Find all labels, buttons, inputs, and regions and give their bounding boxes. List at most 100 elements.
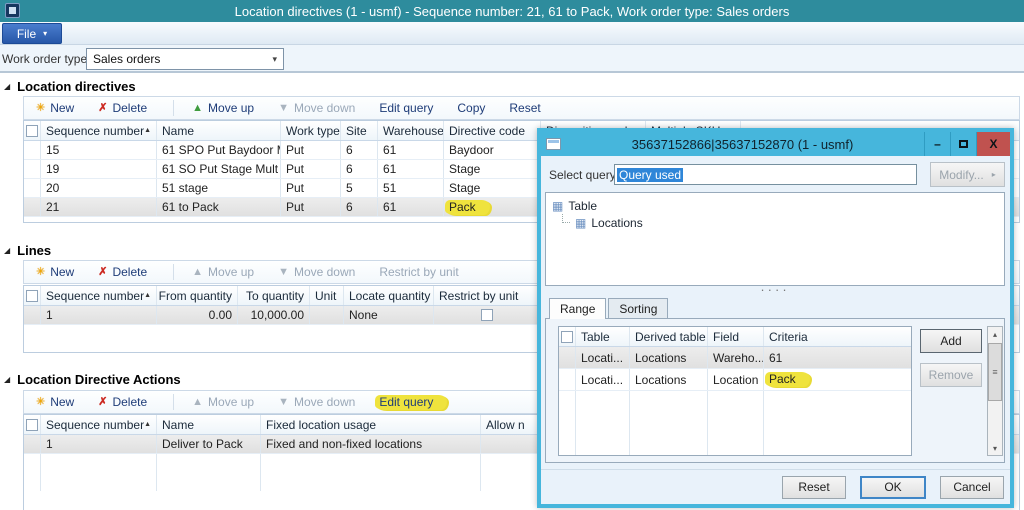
app-icon [5, 3, 20, 18]
modify-button[interactable]: Modify... ▸ [930, 162, 1005, 187]
new-button[interactable]: ✳ New [36, 265, 74, 279]
tab-range[interactable]: Range [549, 298, 607, 319]
sort-asc-icon: ▲ [144, 421, 152, 428]
column-header[interactable]: Work type [281, 121, 341, 140]
move-up-button[interactable]: ▲ Move up [192, 395, 254, 409]
work-order-type-label: Work order type: [2, 52, 91, 66]
column-header[interactable]: Fixed location usage [261, 415, 481, 434]
scroll-down-icon[interactable]: ▾ [988, 441, 1002, 455]
arrow-down-icon: ▼ [278, 395, 289, 408]
table-row-selected[interactable]: Locati... Locations Wareho... 61 [559, 347, 911, 369]
close-button[interactable]: X [976, 132, 1010, 156]
delete-icon: ✗ [98, 101, 108, 114]
arrow-up-icon: ▲ [192, 395, 204, 408]
scroll-up-icon[interactable]: ▴ [988, 327, 1002, 341]
tree-node-table[interactable]: ▦ Table [552, 197, 1004, 214]
reset-label: Reset [509, 101, 541, 115]
scrollbar-thumb[interactable]: ≡ [988, 343, 1002, 401]
column-header[interactable]: Criteria [764, 327, 911, 346]
yellow-highlight: Pack [445, 199, 490, 215]
filter-row: Work order type: Sales orders ▾ [0, 45, 1024, 73]
highlighted-cell: Pack [764, 369, 911, 390]
maximize-icon [959, 140, 968, 148]
select-query-label: Select query: [549, 168, 620, 182]
section-header-actions[interactable]: ◢ Location Directive Actions [4, 372, 181, 387]
chevron-down-icon: ▾ [272, 53, 277, 64]
column-header[interactable]: Name [157, 415, 261, 434]
column-header[interactable]: From quantity [157, 286, 238, 305]
column-header[interactable]: To quantity [238, 286, 310, 305]
column-header[interactable]: Locate quantity [344, 286, 434, 305]
column-header[interactable]: Unit [310, 286, 344, 305]
highlighted-cell: Pack [444, 198, 541, 216]
cancel-button[interactable]: Cancel [940, 475, 1004, 499]
select-all-checkbox[interactable] [26, 124, 38, 137]
delete-button[interactable]: ✗ Delete [98, 101, 147, 115]
table-row[interactable]: Locati... Locations Location Pack [559, 369, 911, 391]
dialog-titlebar[interactable]: 35637152866|35637152870 (1 - usmf) – X [541, 132, 1010, 156]
splitter-handle[interactable]: ···· [545, 283, 1005, 296]
edit-query-button[interactable]: Edit query [379, 101, 433, 115]
sort-asc-icon: ▲ [144, 292, 152, 299]
column-header[interactable]: Table [576, 327, 630, 346]
select-all-checkbox[interactable] [561, 330, 573, 343]
column-header[interactable]: Derived table [630, 327, 708, 346]
select-all-checkbox[interactable] [26, 418, 38, 431]
delete-button[interactable]: ✗ Delete [98, 395, 147, 409]
select-all-checkbox[interactable] [26, 289, 38, 302]
dialog-footer: Reset OK Cancel [541, 469, 1010, 504]
minimize-button[interactable]: – [924, 132, 950, 156]
restrict-by-unit-checkbox[interactable] [481, 309, 493, 321]
window-title: Location directives (1 - usmf) - Sequenc… [234, 3, 790, 19]
move-down-button[interactable]: ▼ Move down [278, 101, 355, 115]
collapse-icon: ◢ [4, 245, 11, 255]
ok-button[interactable]: OK [860, 475, 926, 499]
move-up-label: Move up [208, 101, 255, 115]
collapse-icon: ◢ [4, 81, 11, 91]
select-all-cell [24, 121, 41, 140]
column-header[interactable]: Directive code [444, 121, 541, 140]
move-up-button[interactable]: ▲ Move up [192, 265, 254, 279]
flyout-arrow-icon: ▸ [991, 170, 996, 179]
dialog-tabs: Range Sorting [549, 298, 670, 319]
delete-button[interactable]: ✗ Delete [98, 265, 147, 279]
delete-icon: ✗ [98, 265, 108, 278]
column-header[interactable]: Name [157, 121, 281, 140]
section-header-location-directives[interactable]: ◢ Location directives [4, 79, 136, 94]
new-label: New [50, 101, 75, 115]
remove-button[interactable]: Remove [920, 363, 982, 387]
move-down-button[interactable]: ▼ Move down [278, 395, 355, 409]
add-button[interactable]: Add [920, 329, 982, 353]
column-header[interactable]: Sequence number ▲ [41, 415, 157, 434]
maximize-button[interactable] [950, 132, 976, 156]
file-menu-button[interactable]: File ▾ [2, 23, 62, 44]
tree-node-locations[interactable]: ▦ Locations [562, 214, 1004, 231]
query-table-tree: ▦ Table ▦ Locations [545, 192, 1005, 286]
move-down-button[interactable]: ▼ Move down [278, 265, 355, 279]
select-query-input[interactable]: Query used [614, 164, 917, 185]
grid-scrollbar[interactable]: ▴ ≡ ▾ [987, 326, 1003, 456]
new-button[interactable]: ✳ New [36, 101, 74, 115]
new-button[interactable]: ✳ New [36, 395, 74, 409]
copy-button[interactable]: Copy [457, 101, 485, 115]
column-header[interactable]: Warehouse [378, 121, 444, 140]
section-header-lines[interactable]: ◢ Lines [4, 243, 51, 258]
edit-query-label: Edit query [379, 101, 434, 115]
column-header[interactable]: Sequence number ▲ [41, 286, 157, 305]
edit-query-button[interactable]: Edit query [375, 394, 448, 410]
move-up-button[interactable]: ▲ Move up [192, 101, 254, 115]
minimize-icon: – [934, 137, 941, 151]
reset-button[interactable]: Reset [782, 475, 846, 499]
column-header[interactable]: Restrict by unit [434, 286, 541, 305]
yellow-highlight: Pack [765, 372, 810, 387]
reset-button[interactable]: Reset [509, 101, 540, 115]
column-header[interactable]: Field [708, 327, 764, 346]
new-icon: ✳ [36, 265, 46, 278]
work-order-type-select[interactable]: Sales orders ▾ [86, 48, 284, 70]
column-header[interactable]: Site [341, 121, 378, 140]
restrict-by-unit-button[interactable]: Restrict by unit [379, 265, 458, 279]
column-header[interactable]: Sequence number ▲ [41, 121, 157, 140]
tab-sorting[interactable]: Sorting [608, 298, 669, 318]
close-icon: X [989, 137, 998, 151]
directives-toolbar: ✳ New ✗ Delete ▲ Move up ▼ Move down Edi… [23, 96, 1020, 120]
